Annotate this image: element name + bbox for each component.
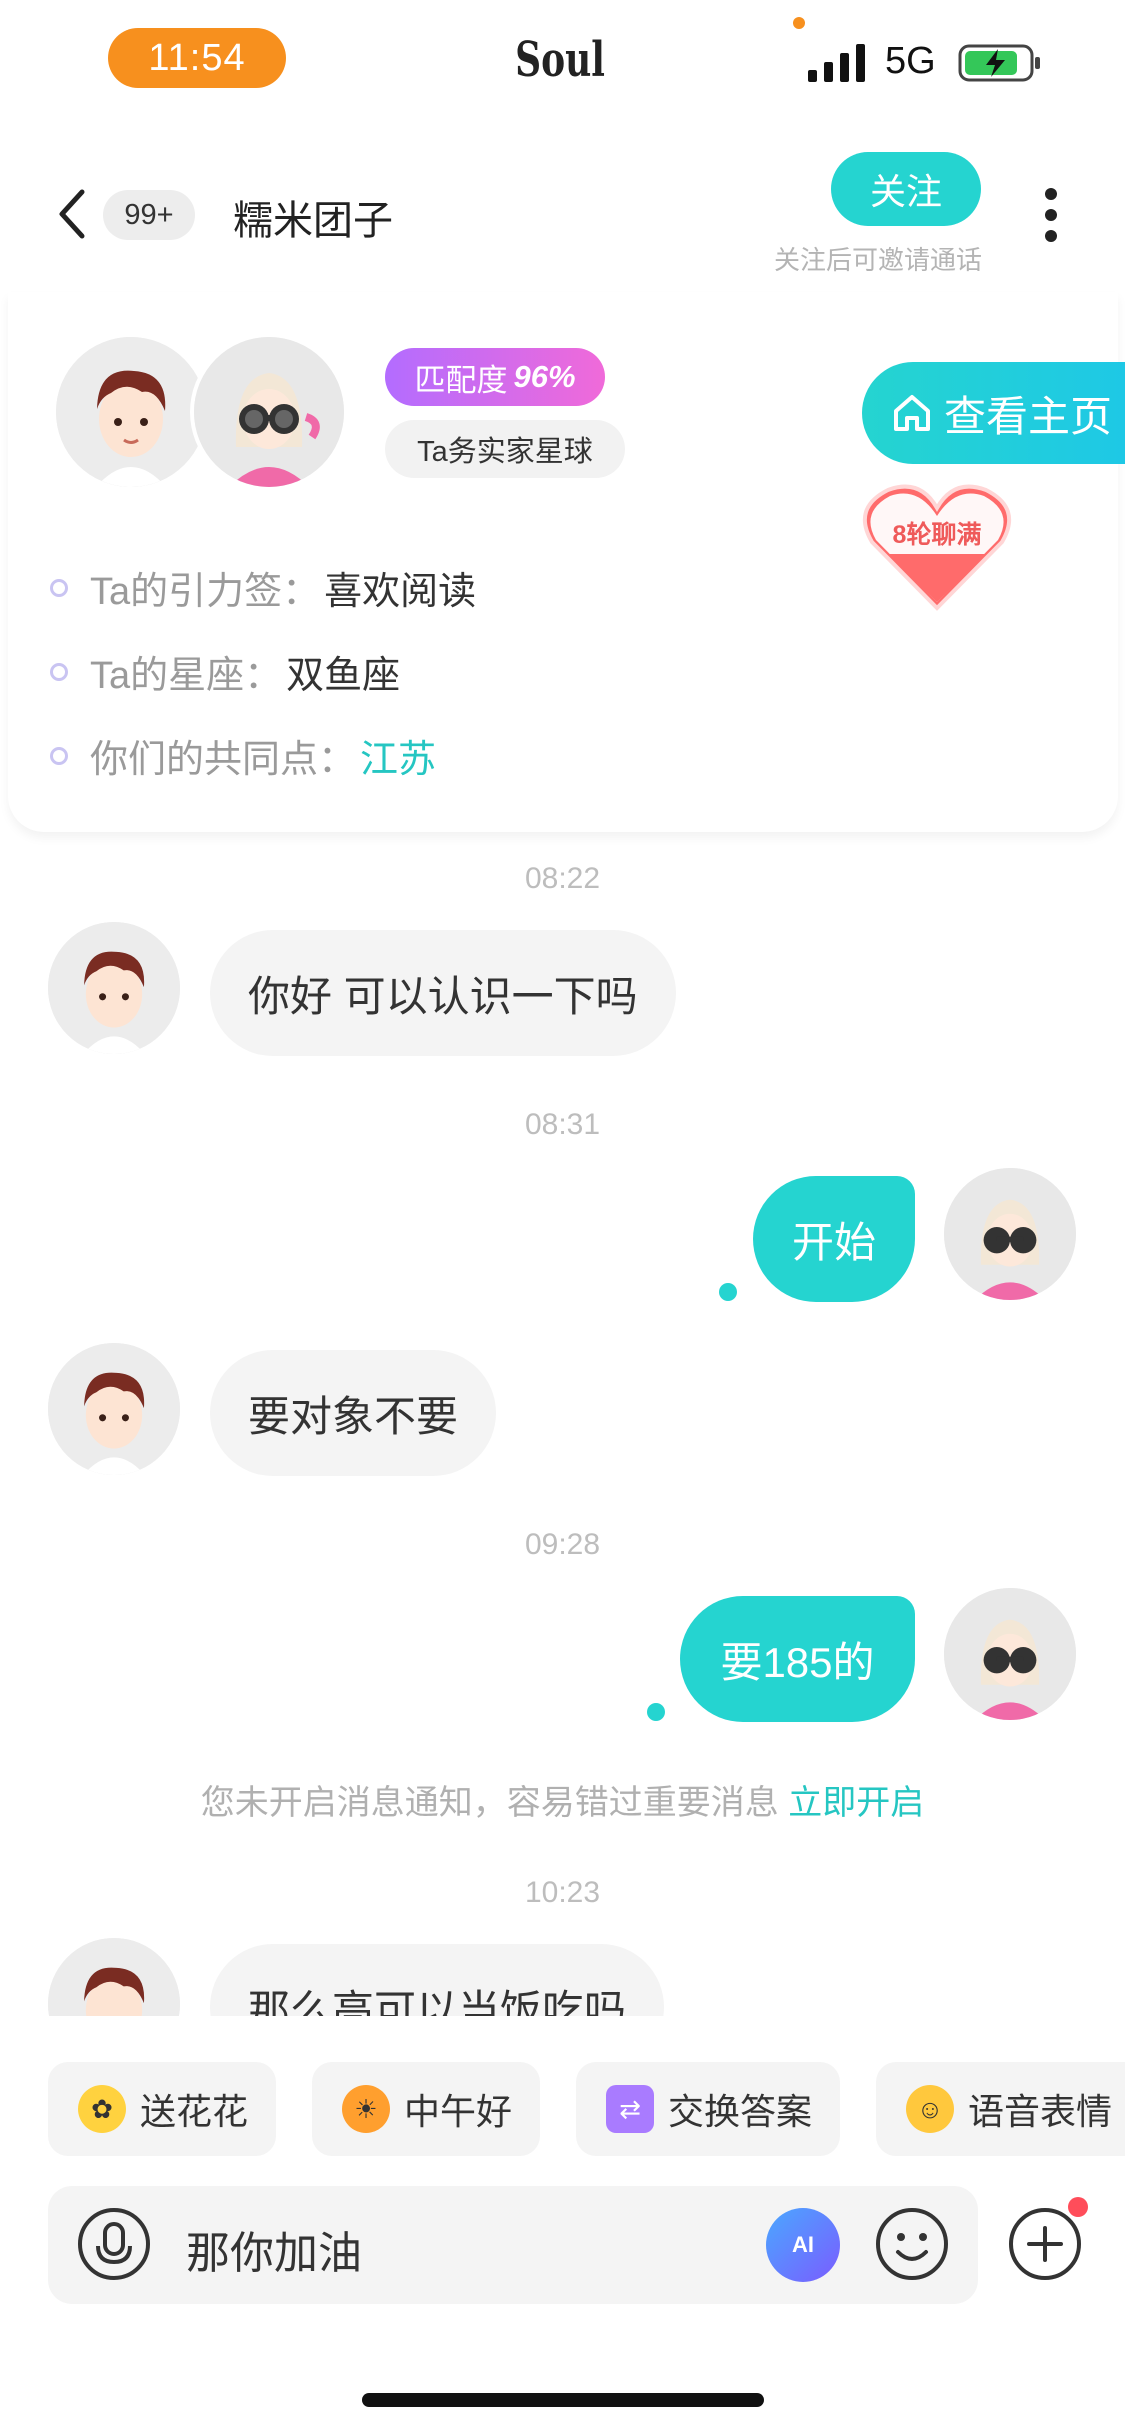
- match-label: 匹配度: [414, 362, 508, 398]
- partner-avatar[interactable]: [52, 333, 210, 491]
- home-indicator[interactable]: [362, 2393, 764, 2407]
- quick-action-voice-emoji[interactable]: ☺ 语音表情: [876, 2062, 1125, 2156]
- message-clip-area: 那么高可以当饭吃吗: [0, 1930, 1125, 2016]
- message-bubble-out[interactable]: 开始: [753, 1176, 915, 1302]
- message-bubble-out[interactable]: 要185的: [680, 1596, 915, 1722]
- partner-avatar[interactable]: [48, 1343, 180, 1475]
- timestamp: 10:23: [524, 1876, 601, 1909]
- planet-tag[interactable]: Ta务实家星球: [385, 420, 625, 478]
- info-value[interactable]: 江苏: [360, 728, 436, 783]
- quick-action-label: 交换答案: [668, 2091, 813, 2132]
- boy-avatar-icon: [48, 1343, 180, 1475]
- timestamp: 09:28: [524, 1528, 601, 1561]
- read-indicator-dot: [647, 1703, 665, 1721]
- signal-bars-icon: [808, 44, 865, 82]
- emoji-icon[interactable]: [874, 2206, 950, 2282]
- girl-goggles-avatar-icon: [944, 1168, 1076, 1300]
- view-profile-button[interactable]: 查看主页: [862, 362, 1125, 464]
- info-value: 双鱼座: [286, 655, 401, 697]
- flower-emoji-icon: ✿: [78, 2085, 126, 2133]
- follow-button[interactable]: 关注: [831, 152, 981, 226]
- my-avatar[interactable]: [190, 333, 348, 491]
- message-bubble-in[interactable]: 那么高可以当饭吃吗: [210, 1944, 665, 2016]
- info-row-gravity: Ta的引力签： 喜欢阅读: [50, 560, 476, 615]
- more-options-icon[interactable]: [1040, 188, 1062, 248]
- partner-avatar[interactable]: [48, 922, 180, 1054]
- privacy-indicator-dot: [793, 17, 805, 29]
- girl-goggles-avatar-icon: [944, 1588, 1076, 1720]
- girl-goggles-avatar-icon: [194, 337, 344, 487]
- my-avatar[interactable]: [944, 1168, 1076, 1300]
- match-badge: 匹配度 96%: [385, 348, 605, 406]
- unread-badge[interactable]: 99+: [103, 190, 195, 240]
- boy-avatar-icon: [48, 1938, 180, 2016]
- app-name: Soul: [515, 32, 605, 88]
- quick-action-label: 中午好: [404, 2091, 513, 2132]
- partner-avatar[interactable]: [48, 1938, 180, 2016]
- boy-avatar-icon: [56, 337, 206, 487]
- battery-charging-icon: [958, 44, 1040, 82]
- bullet-dot: [50, 746, 68, 765]
- exchange-icon: ⇄: [606, 2085, 654, 2133]
- timestamp: 08:22: [524, 862, 601, 895]
- back-icon[interactable]: [52, 186, 92, 242]
- info-label: 你们的共同点：: [90, 739, 357, 781]
- quick-action-label: 语音表情: [968, 2091, 1113, 2132]
- chat-rounds-label: 8轮聊满: [892, 521, 982, 549]
- chat-title: 糯米团子: [233, 199, 393, 243]
- quick-action-send-flower[interactable]: ✿ 送花花: [48, 2062, 276, 2156]
- bullet-dot: [50, 662, 68, 681]
- info-label: Ta的星座：: [90, 655, 283, 697]
- timestamp: 08:31: [524, 1108, 601, 1141]
- voice-input-icon[interactable]: [76, 2206, 152, 2282]
- voice-emoji-icon: ☺: [906, 2085, 954, 2133]
- message-bubble-in[interactable]: 你好 可以认识一下吗: [210, 930, 676, 1056]
- view-profile-label: 查看主页: [944, 392, 1113, 440]
- info-value: 喜欢阅读: [324, 571, 477, 613]
- sun-sunglasses-emoji-icon: ☀: [342, 2085, 390, 2133]
- quick-action-label: 送花花: [140, 2091, 249, 2132]
- match-value: 96%: [513, 359, 576, 394]
- new-feature-dot: [1068, 2197, 1088, 2217]
- notice-text: 您未开启消息通知，容易错过重要消息: [200, 1784, 779, 1822]
- info-row-common: 你们的共同点： 江苏: [50, 728, 436, 783]
- quick-action-exchange-answers[interactable]: ⇄ 交换答案: [576, 2062, 840, 2156]
- bullet-dot: [50, 578, 68, 597]
- home-icon: [894, 395, 930, 431]
- message-input-field[interactable]: 那你加油: [186, 2217, 362, 2281]
- network-type: 5G: [885, 40, 936, 82]
- follow-hint: 关注后可邀请通话: [773, 245, 982, 275]
- enable-notifications-link[interactable]: 立即开启: [788, 1784, 924, 1822]
- add-icon[interactable]: [1007, 2206, 1083, 2282]
- my-avatar[interactable]: [944, 1588, 1076, 1720]
- message-bubble-in[interactable]: 要对象不要: [210, 1350, 497, 1476]
- boy-avatar-icon: [48, 922, 180, 1054]
- quick-action-good-noon[interactable]: ☀ 中午好: [312, 2062, 540, 2156]
- status-time: 11:54: [108, 28, 286, 88]
- read-indicator-dot: [719, 1283, 737, 1301]
- notification-notice: 您未开启消息通知，容易错过重要消息 立即开启: [0, 1775, 1125, 1824]
- info-row-zodiac: Ta的星座： 双鱼座: [50, 644, 400, 699]
- ai-assistant-button[interactable]: AI: [766, 2208, 840, 2282]
- info-label: Ta的引力签：: [90, 571, 321, 613]
